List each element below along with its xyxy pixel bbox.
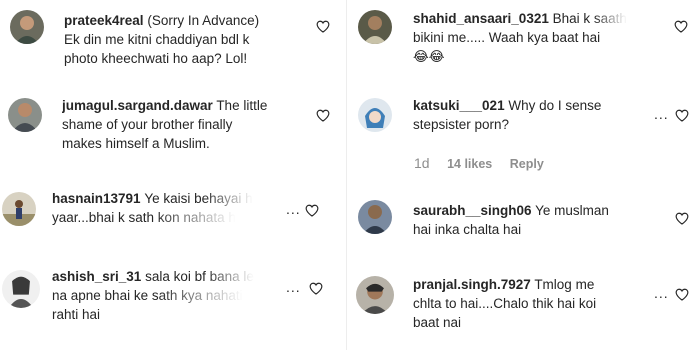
comment-item: jumagul.sargand.dawar The little shame o… [0, 92, 345, 167]
comment-username[interactable]: ashish_sri_31 [52, 269, 141, 284]
heart-outline-icon[interactable] [316, 20, 330, 33]
heart-outline-icon[interactable] [305, 204, 319, 217]
more-options-icon[interactable]: ... [654, 106, 669, 122]
column-divider [346, 0, 347, 350]
comment-text: Ye kaisi behayai h [144, 191, 253, 206]
avatar[interactable] [358, 200, 392, 234]
comment-text: The little [216, 98, 268, 113]
comment-text: photo kheechwati ho aap? Lol! [64, 51, 248, 66]
avatar[interactable] [356, 276, 394, 314]
avatar[interactable] [358, 98, 392, 132]
comment-text: Bhai k saath [552, 11, 627, 26]
comment-text: hai inka chalta hai [413, 222, 522, 237]
comment-text: bikini me..... Waah kya baat hai [413, 30, 601, 45]
heart-outline-icon[interactable] [675, 288, 689, 301]
comment-username[interactable]: katsuki___021 [413, 98, 505, 113]
comment-body: saurabh__singh06 Ye muslman hai inka cha… [413, 201, 655, 239]
comment-age: 1d [414, 155, 430, 171]
heart-outline-icon[interactable] [674, 20, 688, 33]
comment-body: hasnain13791 Ye kaisi behayai h yaar...b… [52, 189, 284, 227]
heart-outline-icon[interactable] [309, 282, 323, 295]
comment-username[interactable]: shahid_ansaari_0321 [413, 11, 549, 26]
comments-column-right: shahid_ansaari_0321 Bhai k saath bikini … [348, 0, 700, 350]
comment-text: makes himself a Muslim. [62, 136, 210, 151]
comment-text: rahti hai [52, 307, 101, 322]
comment-body: prateek4real (Sorry In Advance) Ek din m… [64, 11, 304, 68]
comment-text: (Sorry In Advance) [147, 13, 260, 28]
comment-username[interactable]: pranjal.singh.7927 [413, 277, 531, 292]
avatar[interactable] [10, 10, 44, 44]
avatar[interactable] [2, 270, 40, 308]
more-options-icon[interactable]: ... [286, 201, 301, 217]
comment-body: jumagul.sargand.dawar The little shame o… [62, 96, 302, 153]
heart-outline-icon[interactable] [675, 109, 689, 122]
comment-text: Ek din me kitni chaddiyan bdl k [64, 32, 250, 47]
comment-body: pranjal.singh.7927 Tmlog me chlta to hai… [413, 275, 655, 332]
comment-text: na apne bhai ke sath kya nahati [52, 288, 243, 303]
comment-text: shame of your brother finally [62, 117, 233, 132]
comment-item: pranjal.singh.7927 Tmlog me chlta to hai… [348, 262, 700, 348]
comment-text: 😂😂 [413, 49, 445, 64]
comment-likes[interactable]: 14 likes [447, 157, 492, 171]
comment-text: baat nai [413, 315, 462, 330]
comment-text: stepsister porn? [413, 117, 510, 132]
comment-username[interactable]: prateek4real [64, 13, 144, 28]
comment-item: shahid_ansaari_0321 Bhai k saath bikini … [348, 0, 700, 80]
comment-text: Ye muslman [535, 203, 609, 218]
comment-item: saurabh__singh06 Ye muslman hai inka cha… [348, 190, 700, 260]
comment-item: hasnain13791 Ye kaisi behayai h yaar...b… [0, 180, 345, 250]
comment-username[interactable]: hasnain13791 [52, 191, 141, 206]
comment-username[interactable]: jumagul.sargand.dawar [62, 98, 213, 113]
avatar[interactable] [358, 10, 392, 44]
comment-body: ashish_sri_31 sala koi bf bana le na apn… [52, 267, 270, 324]
comments-column-left: prateek4real (Sorry In Advance) Ek din m… [0, 0, 345, 350]
heart-outline-icon[interactable] [316, 109, 330, 122]
comment-body: shahid_ansaari_0321 Bhai k saath bikini … [413, 9, 655, 66]
more-options-icon[interactable]: ... [654, 285, 669, 301]
comment-text: chlta to hai....Chalo thik hai koi [413, 296, 597, 311]
heart-outline-icon[interactable] [675, 212, 689, 225]
comment-text: yaar...bhai k sath kon nahata h [52, 210, 236, 225]
comment-meta: 1d 14 likes Reply [414, 155, 558, 171]
reply-button[interactable]: Reply [510, 157, 544, 171]
comment-body: katsuki___021 Why do I sense stepsister … [413, 96, 655, 134]
comment-username[interactable]: saurabh__singh06 [413, 203, 532, 218]
comment-text: Why do I sense [508, 98, 602, 113]
comment-text: sala koi bf bana le [145, 269, 254, 284]
comment-text: Tmlog me [534, 277, 595, 292]
avatar[interactable] [2, 192, 36, 226]
comment-item: katsuki___021 Why do I sense stepsister … [348, 92, 700, 177]
avatar[interactable] [8, 98, 42, 132]
comment-item: prateek4real (Sorry In Advance) Ek din m… [0, 0, 345, 80]
comment-item: ashish_sri_31 sala koi bf bana le na apn… [0, 258, 345, 348]
more-options-icon[interactable]: ... [286, 279, 301, 295]
